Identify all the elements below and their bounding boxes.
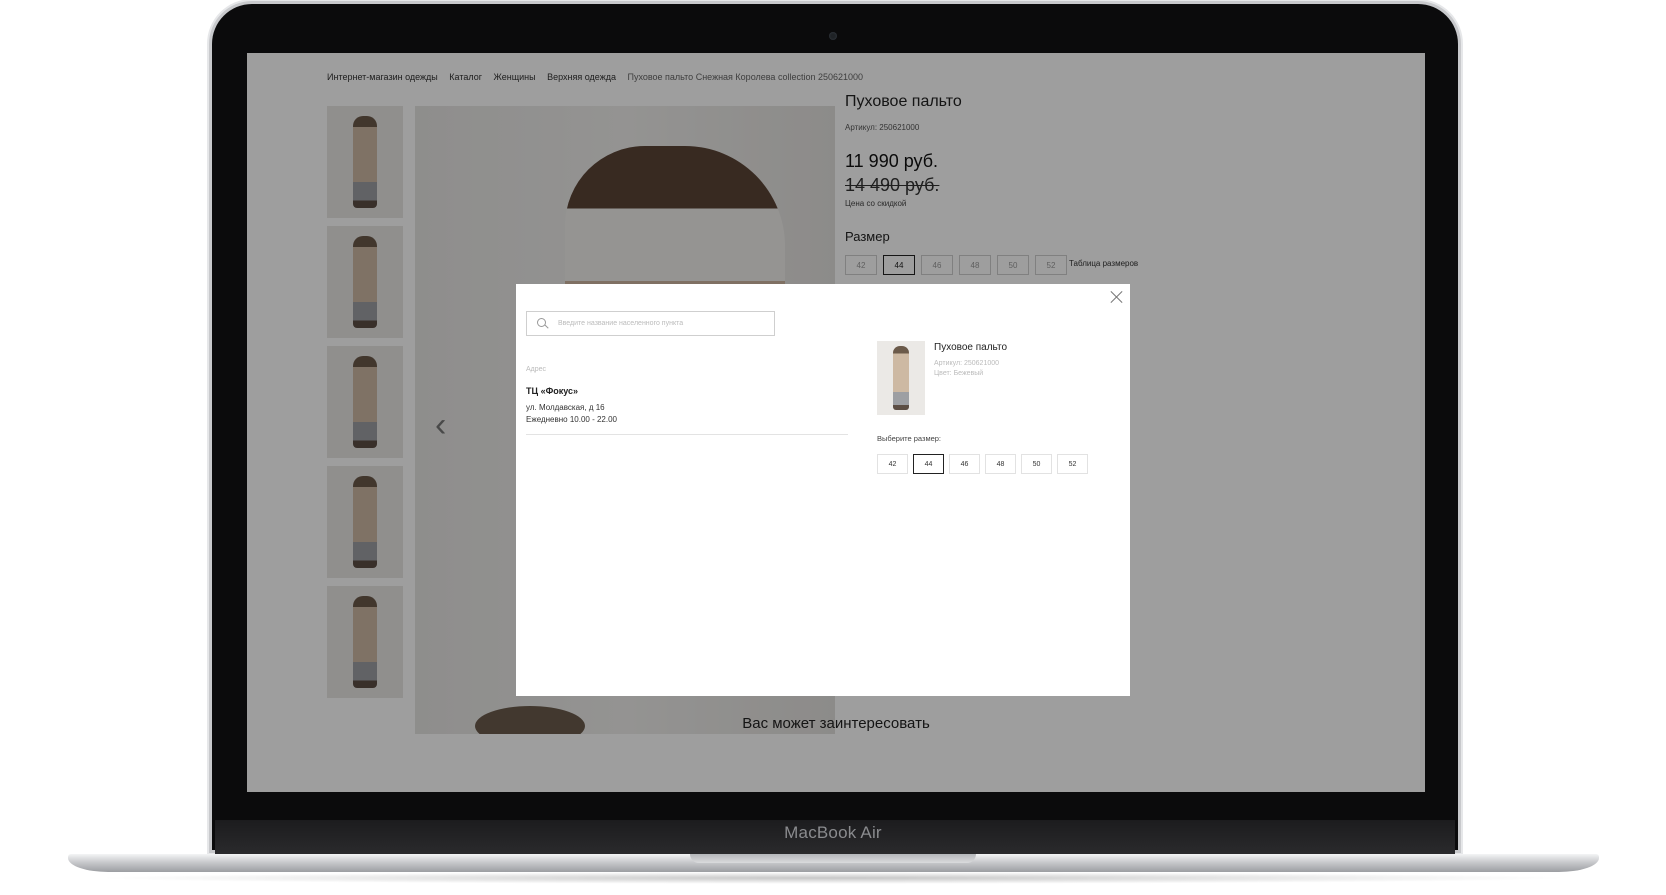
- store-street: ул. Молдавская, д 16: [526, 403, 605, 412]
- device-brand: MacBook Air: [784, 823, 882, 842]
- store-availability-modal: Адрес ТЦ «Фокус» ул. Молдавская, д 16 Еж…: [516, 284, 1130, 696]
- search-input[interactable]: [558, 320, 758, 327]
- modal-size-option[interactable]: 52: [1057, 454, 1088, 474]
- screen: Интернет-магазин одежды Каталог Женщины …: [247, 53, 1425, 792]
- store-hours: Ежедневно 10.00 - 22.00: [526, 415, 617, 424]
- modal-size-option[interactable]: 46: [949, 454, 980, 474]
- modal-product-title: Пуховое пальто: [934, 342, 1008, 353]
- modal-product-article: Артикул: 250621000: [934, 360, 1000, 367]
- camera-dot: [829, 32, 837, 40]
- address-heading: Адрес: [526, 366, 547, 373]
- modal-size-option[interactable]: 48: [985, 454, 1016, 474]
- modal-size-selector: 42 44 46 48 50 52: [877, 454, 1088, 474]
- choose-size-label: Выберите размер:: [877, 434, 942, 443]
- laptop-notch: [690, 854, 976, 863]
- modal-product-photo: [877, 341, 925, 415]
- laptop-shadow: [90, 872, 1576, 884]
- store-name[interactable]: ТЦ «Фокус»: [526, 386, 578, 396]
- divider: [526, 434, 848, 435]
- modal-size-option-selected[interactable]: 44: [913, 454, 944, 474]
- modal-size-option[interactable]: 50: [1021, 454, 1052, 474]
- close-icon[interactable]: [1110, 290, 1124, 304]
- search-field: [526, 311, 775, 336]
- modal-size-option[interactable]: 42: [877, 454, 908, 474]
- search-icon: [537, 317, 549, 330]
- modal-product-figure: [893, 346, 909, 410]
- modal-product-color: Цвет: Бежевый: [934, 370, 984, 377]
